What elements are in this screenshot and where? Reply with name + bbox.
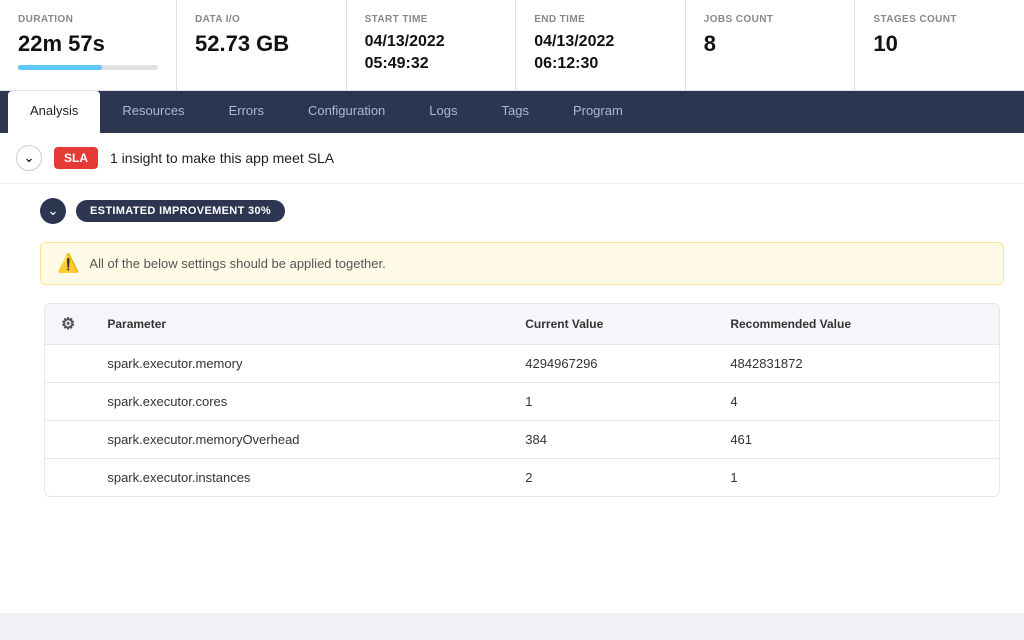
metric-label-duration: DURATION [18,14,158,25]
sla-badge: SLA [54,147,98,169]
tab-configuration[interactable]: Configuration [286,91,407,133]
warning-box: ⚠️ All of the below settings should be a… [40,242,1004,285]
table-cell-recommended: 4842831872 [714,344,999,382]
chevron-down-icon-dark: ⌄ [47,203,58,219]
main-content: ⌄ SLA 1 insight to make this app meet SL… [0,133,1024,613]
metric-label-stages-count: STAGES COUNT [873,14,1006,25]
table-cell-parameter: spark.executor.memoryOverhead [91,420,509,458]
table-cell-parameter: spark.executor.instances [91,458,509,496]
col-header-parameter: Parameter [91,304,509,345]
duration-progress-bar [18,65,158,70]
table-cell-parameter: spark.executor.cores [91,382,509,420]
table-cell-current: 1 [509,382,714,420]
table-cell-icon [45,344,91,382]
tab-analysis[interactable]: Analysis [8,91,100,133]
table-row: spark.executor.instances 2 1 [45,458,999,496]
table-cell-current: 2 [509,458,714,496]
metric-label-start-time: START TIME [365,14,498,25]
metric-label-end-time: END TIME [534,14,667,25]
table-row: spark.executor.cores 1 4 [45,382,999,420]
chevron-down-icon: ⌄ [23,150,34,166]
tabs-bar: Analysis Resources Errors Configuration … [0,91,1024,133]
metric-value-end-time-date: 04/13/2022 [534,31,667,53]
metric-value-jobs-count: 8 [704,31,837,57]
metric-value-start-time-date: 04/13/2022 [365,31,498,53]
parameter-table-container: ⚙ Parameter Current Value Recommended Va… [44,303,1000,497]
metric-value-data-io: 52.73 GB [195,31,328,57]
warning-text: All of the below settings should be appl… [89,256,385,271]
table-cell-icon [45,458,91,496]
metric-label-jobs-count: JOBS COUNT [704,14,837,25]
metric-value-duration: 22m 57s [18,31,158,57]
table-cell-icon [45,382,91,420]
tab-program[interactable]: Program [551,91,645,133]
insight-panel: ⌄ ESTIMATED IMPROVEMENT 30% ⚠️ All of th… [0,184,1024,511]
metric-value-end-time-time: 06:12:30 [534,53,667,75]
tab-resources[interactable]: Resources [100,91,206,133]
table-row: spark.executor.memoryOverhead 384 461 [45,420,999,458]
col-header-current: Current Value [509,304,714,345]
table-cell-parameter: spark.executor.memory [91,344,509,382]
metric-label-data-io: DATA I/O [195,14,328,25]
sla-message: 1 insight to make this app meet SLA [110,150,334,166]
table-header-icon-cell: ⚙ [45,304,91,345]
improvement-row: ⌄ ESTIMATED IMPROVEMENT 30% [40,198,1004,224]
metric-value-stages-count: 10 [873,31,1006,57]
table-cell-icon [45,420,91,458]
tab-tags[interactable]: Tags [479,91,550,133]
metric-card-end-time: END TIME 04/13/2022 06:12:30 [516,0,686,90]
tab-logs[interactable]: Logs [407,91,479,133]
metric-card-jobs-count: JOBS COUNT 8 [686,0,856,90]
metrics-bar: DURATION 22m 57s DATA I/O 52.73 GB START… [0,0,1024,91]
improvement-badge: ESTIMATED IMPROVEMENT 30% [76,200,285,222]
sla-row: ⌄ SLA 1 insight to make this app meet SL… [0,133,1024,184]
table-row: spark.executor.memory 4294967296 4842831… [45,344,999,382]
metric-value-start-time-time: 05:49:32 [365,53,498,75]
table-cell-recommended: 4 [714,382,999,420]
settings-icon: ⚙ [61,316,75,333]
table-cell-current: 4294967296 [509,344,714,382]
table-cell-current: 384 [509,420,714,458]
improvement-collapse-button[interactable]: ⌄ [40,198,66,224]
metric-card-data-io: DATA I/O 52.73 GB [177,0,347,90]
metric-card-start-time: START TIME 04/13/2022 05:49:32 [347,0,517,90]
sla-collapse-button[interactable]: ⌄ [16,145,42,171]
table-cell-recommended: 461 [714,420,999,458]
metric-card-duration: DURATION 22m 57s [0,0,177,90]
metric-card-stages-count: STAGES COUNT 10 [855,0,1024,90]
parameter-table: ⚙ Parameter Current Value Recommended Va… [45,304,999,496]
duration-progress-fill [18,65,102,70]
table-cell-recommended: 1 [714,458,999,496]
tab-errors[interactable]: Errors [207,91,286,133]
warning-icon: ⚠️ [57,253,79,274]
col-header-recommended: Recommended Value [714,304,999,345]
